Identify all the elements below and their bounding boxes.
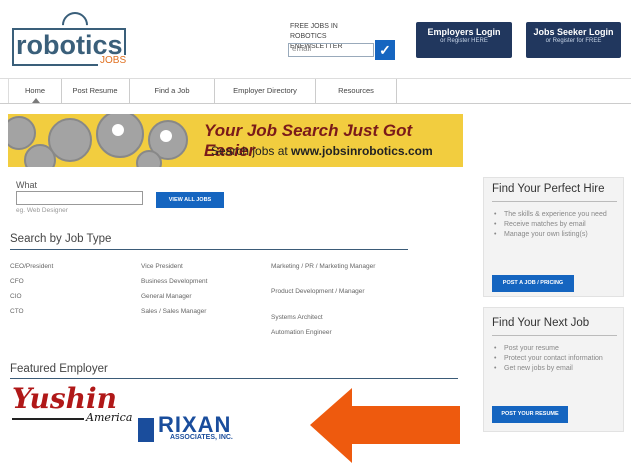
section-divider bbox=[10, 378, 458, 379]
job-type-link[interactable]: General Manager bbox=[141, 292, 192, 301]
featured-employer-title: Featured Employer bbox=[10, 363, 108, 375]
job-type-link[interactable]: CEO/President bbox=[10, 262, 53, 271]
seeker-register-link[interactable]: or Register for FREE bbox=[526, 38, 621, 44]
what-label: What bbox=[16, 180, 38, 190]
gear-icon bbox=[96, 114, 144, 158]
job-type-link[interactable]: CFO bbox=[10, 277, 24, 286]
list-item: Receive matches by email bbox=[492, 220, 620, 229]
arrow-left-icon bbox=[310, 388, 460, 463]
panel-title: Find Your Next Job bbox=[492, 317, 590, 329]
job-type-link[interactable]: CTO bbox=[10, 307, 24, 316]
job-type-link[interactable]: Automation Engineer bbox=[271, 328, 332, 337]
newsletter-line1: FREE JOBS IN ROBOTICS bbox=[290, 23, 338, 40]
job-benefits-list: Post your resume Protect your contact in… bbox=[492, 344, 620, 374]
job-type-link[interactable]: CIO bbox=[10, 292, 22, 301]
banner-sub-prefix: Search jobs at bbox=[211, 144, 292, 158]
seeker-login-button[interactable]: Jobs Seeker Login or Register for FREE bbox=[526, 22, 621, 58]
list-item: Manage your own listing(s) bbox=[492, 230, 620, 239]
job-type-link[interactable]: Vice President bbox=[141, 262, 183, 271]
logo-sub: JOBS bbox=[98, 55, 129, 66]
list-item: Get new jobs by email bbox=[492, 364, 620, 373]
employers-register-link[interactable]: or Register HERE bbox=[416, 38, 512, 44]
banner-subline: Search jobs at www.jobsinrobotics.com bbox=[211, 144, 433, 158]
job-type-link[interactable]: Marketing / PR / Marketing Manager bbox=[271, 262, 381, 271]
panel-divider bbox=[492, 201, 617, 202]
job-type-link[interactable]: Product Development / Manager bbox=[271, 287, 366, 296]
list-item: Post your resume bbox=[492, 344, 620, 353]
nav-employer-directory[interactable]: Employer Directory bbox=[215, 79, 316, 103]
post-job-pricing-button[interactable]: POST A JOB / PRICING bbox=[492, 275, 574, 292]
panel-title: Find Your Perfect Hire bbox=[492, 183, 605, 195]
yushin-sub: America bbox=[84, 411, 133, 424]
post-resume-button[interactable]: POST YOUR RESUME bbox=[492, 406, 568, 423]
find-perfect-hire-panel: Find Your Perfect Hire The skills & expe… bbox=[483, 177, 624, 297]
person-icon bbox=[160, 130, 172, 142]
what-hint: eg. Web Designer bbox=[16, 207, 68, 214]
site-header: robotics JOBS FREE JOBS IN ROBOTICS ENEW… bbox=[0, 0, 631, 79]
find-next-job-panel: Find Your Next Job Post your resume Prot… bbox=[483, 307, 624, 432]
person-icon bbox=[112, 124, 124, 136]
section-divider bbox=[10, 249, 408, 250]
search-by-job-type-title: Search by Job Type bbox=[10, 233, 112, 245]
nav-resources[interactable]: Resources bbox=[316, 79, 397, 103]
newsletter-submit-button[interactable]: ✓ bbox=[375, 40, 395, 60]
job-type-link[interactable]: Business Development bbox=[141, 277, 207, 286]
banner-url: www.jobsinrobotics.com bbox=[291, 144, 433, 158]
nav-caret-icon bbox=[32, 98, 40, 103]
employers-login-label: Employers Login bbox=[427, 27, 501, 37]
seeker-login-label: Jobs Seeker Login bbox=[533, 27, 614, 37]
rixan-associates-logo[interactable]: RIXAN ASSOCIATES, INC. bbox=[138, 412, 264, 446]
list-item: Protect your contact information bbox=[492, 354, 620, 363]
job-type-link[interactable]: Systems Architect bbox=[271, 313, 323, 322]
what-input[interactable] bbox=[16, 191, 143, 205]
newsletter-email-input[interactable]: email bbox=[288, 43, 374, 57]
employers-login-button[interactable]: Employers Login or Register HERE bbox=[416, 22, 512, 58]
panel-divider bbox=[492, 335, 617, 336]
view-all-jobs-button[interactable]: VIEW ALL JOBS bbox=[156, 192, 224, 208]
promo-banner[interactable]: Your Job Search Just Got Easier Search j… bbox=[8, 114, 463, 167]
rixan-mark-icon bbox=[138, 418, 154, 442]
yushin-america-logo[interactable]: Yushin America bbox=[12, 382, 136, 426]
checkmark-icon: ✓ bbox=[379, 42, 391, 58]
hire-benefits-list: The skills & experience you need Receive… bbox=[492, 210, 620, 240]
main-nav: Home Post Resume Find a Job Employer Dir… bbox=[0, 79, 631, 104]
list-item: The skills & experience you need bbox=[492, 210, 620, 219]
nav-post-resume[interactable]: Post Resume bbox=[61, 79, 130, 103]
nav-find-a-job[interactable]: Find a Job bbox=[130, 79, 215, 103]
robotics-jobs-logo[interactable]: robotics JOBS bbox=[12, 6, 129, 66]
logo-underline bbox=[12, 418, 84, 420]
job-type-link[interactable]: Sales / Sales Manager bbox=[141, 307, 206, 316]
rixan-sub: ASSOCIATES, INC. bbox=[170, 434, 233, 441]
